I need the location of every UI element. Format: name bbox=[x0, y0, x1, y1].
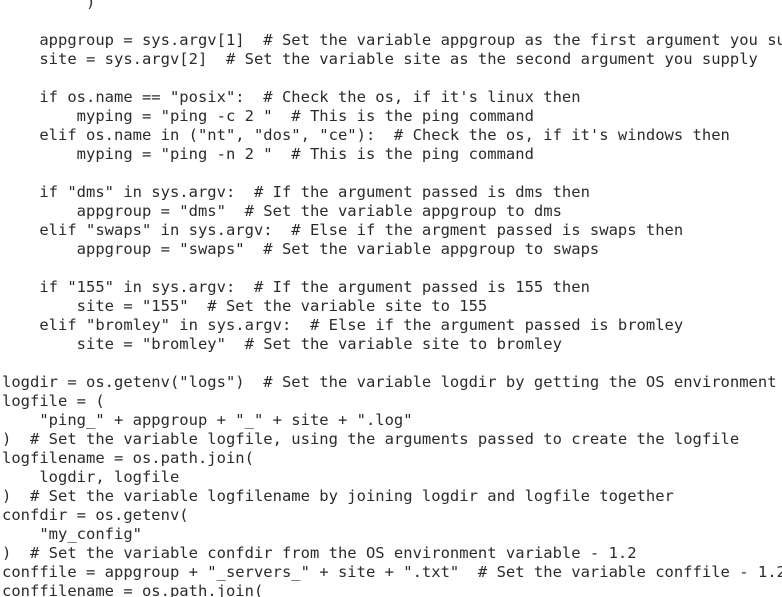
code-line[interactable] bbox=[2, 259, 782, 278]
code-line[interactable]: logdir = os.getenv("logs") # Set the var… bbox=[2, 373, 782, 392]
code-line[interactable]: confdir = os.getenv( bbox=[2, 506, 782, 525]
code-line[interactable] bbox=[2, 12, 782, 31]
code-line[interactable]: "my_config" bbox=[2, 525, 782, 544]
code-line[interactable]: elif "swaps" in sys.argv: # Else if the … bbox=[2, 221, 782, 240]
code-lines: ) appgroup = sys.argv[1] # Set the varia… bbox=[2, 0, 782, 597]
code-line[interactable]: if "155" in sys.argv: # If the argument … bbox=[2, 278, 782, 297]
code-line[interactable]: elif os.name in ("nt", "dos", "ce"): # C… bbox=[2, 126, 782, 145]
code-line[interactable]: site = "bromley" # Set the variable site… bbox=[2, 335, 782, 354]
code-line[interactable]: site = sys.argv[2] # Set the variable si… bbox=[2, 50, 782, 69]
code-line[interactable]: myping = "ping -c 2 " # This is the ping… bbox=[2, 107, 782, 126]
code-line[interactable]: if os.name == "posix": # Check the os, i… bbox=[2, 88, 782, 107]
code-line[interactable]: appgroup = "dms" # Set the variable appg… bbox=[2, 202, 782, 221]
code-line[interactable]: ) # Set the variable logfile, using the … bbox=[2, 430, 782, 449]
code-line[interactable]: ) bbox=[2, 0, 782, 12]
code-line[interactable]: conffilename = os.path.join( bbox=[2, 582, 782, 597]
code-line[interactable]: conffile = appgroup + "_servers_" + site… bbox=[2, 563, 782, 582]
code-line[interactable]: "ping_" + appgroup + "_" + site + ".log" bbox=[2, 411, 782, 430]
code-line[interactable] bbox=[2, 69, 782, 88]
code-line[interactable]: if "dms" in sys.argv: # If the argument … bbox=[2, 183, 782, 202]
code-line[interactable]: elif "bromley" in sys.argv: # Else if th… bbox=[2, 316, 782, 335]
code-line[interactable]: logfile = ( bbox=[2, 392, 782, 411]
code-editor[interactable]: ) appgroup = sys.argv[1] # Set the varia… bbox=[0, 0, 782, 597]
code-line[interactable]: appgroup = sys.argv[1] # Set the variabl… bbox=[2, 31, 782, 50]
code-line[interactable] bbox=[2, 164, 782, 183]
code-line[interactable]: ) # Set the variable logfilename by join… bbox=[2, 487, 782, 506]
code-line[interactable]: ) # Set the variable confdir from the OS… bbox=[2, 544, 782, 563]
code-line[interactable]: myping = "ping -n 2 " # This is the ping… bbox=[2, 145, 782, 164]
code-line[interactable]: logfilename = os.path.join( bbox=[2, 449, 782, 468]
code-line[interactable]: site = "155" # Set the variable site to … bbox=[2, 297, 782, 316]
code-line[interactable]: appgroup = "swaps" # Set the variable ap… bbox=[2, 240, 782, 259]
code-line[interactable] bbox=[2, 354, 782, 373]
code-line[interactable]: logdir, logfile bbox=[2, 468, 782, 487]
